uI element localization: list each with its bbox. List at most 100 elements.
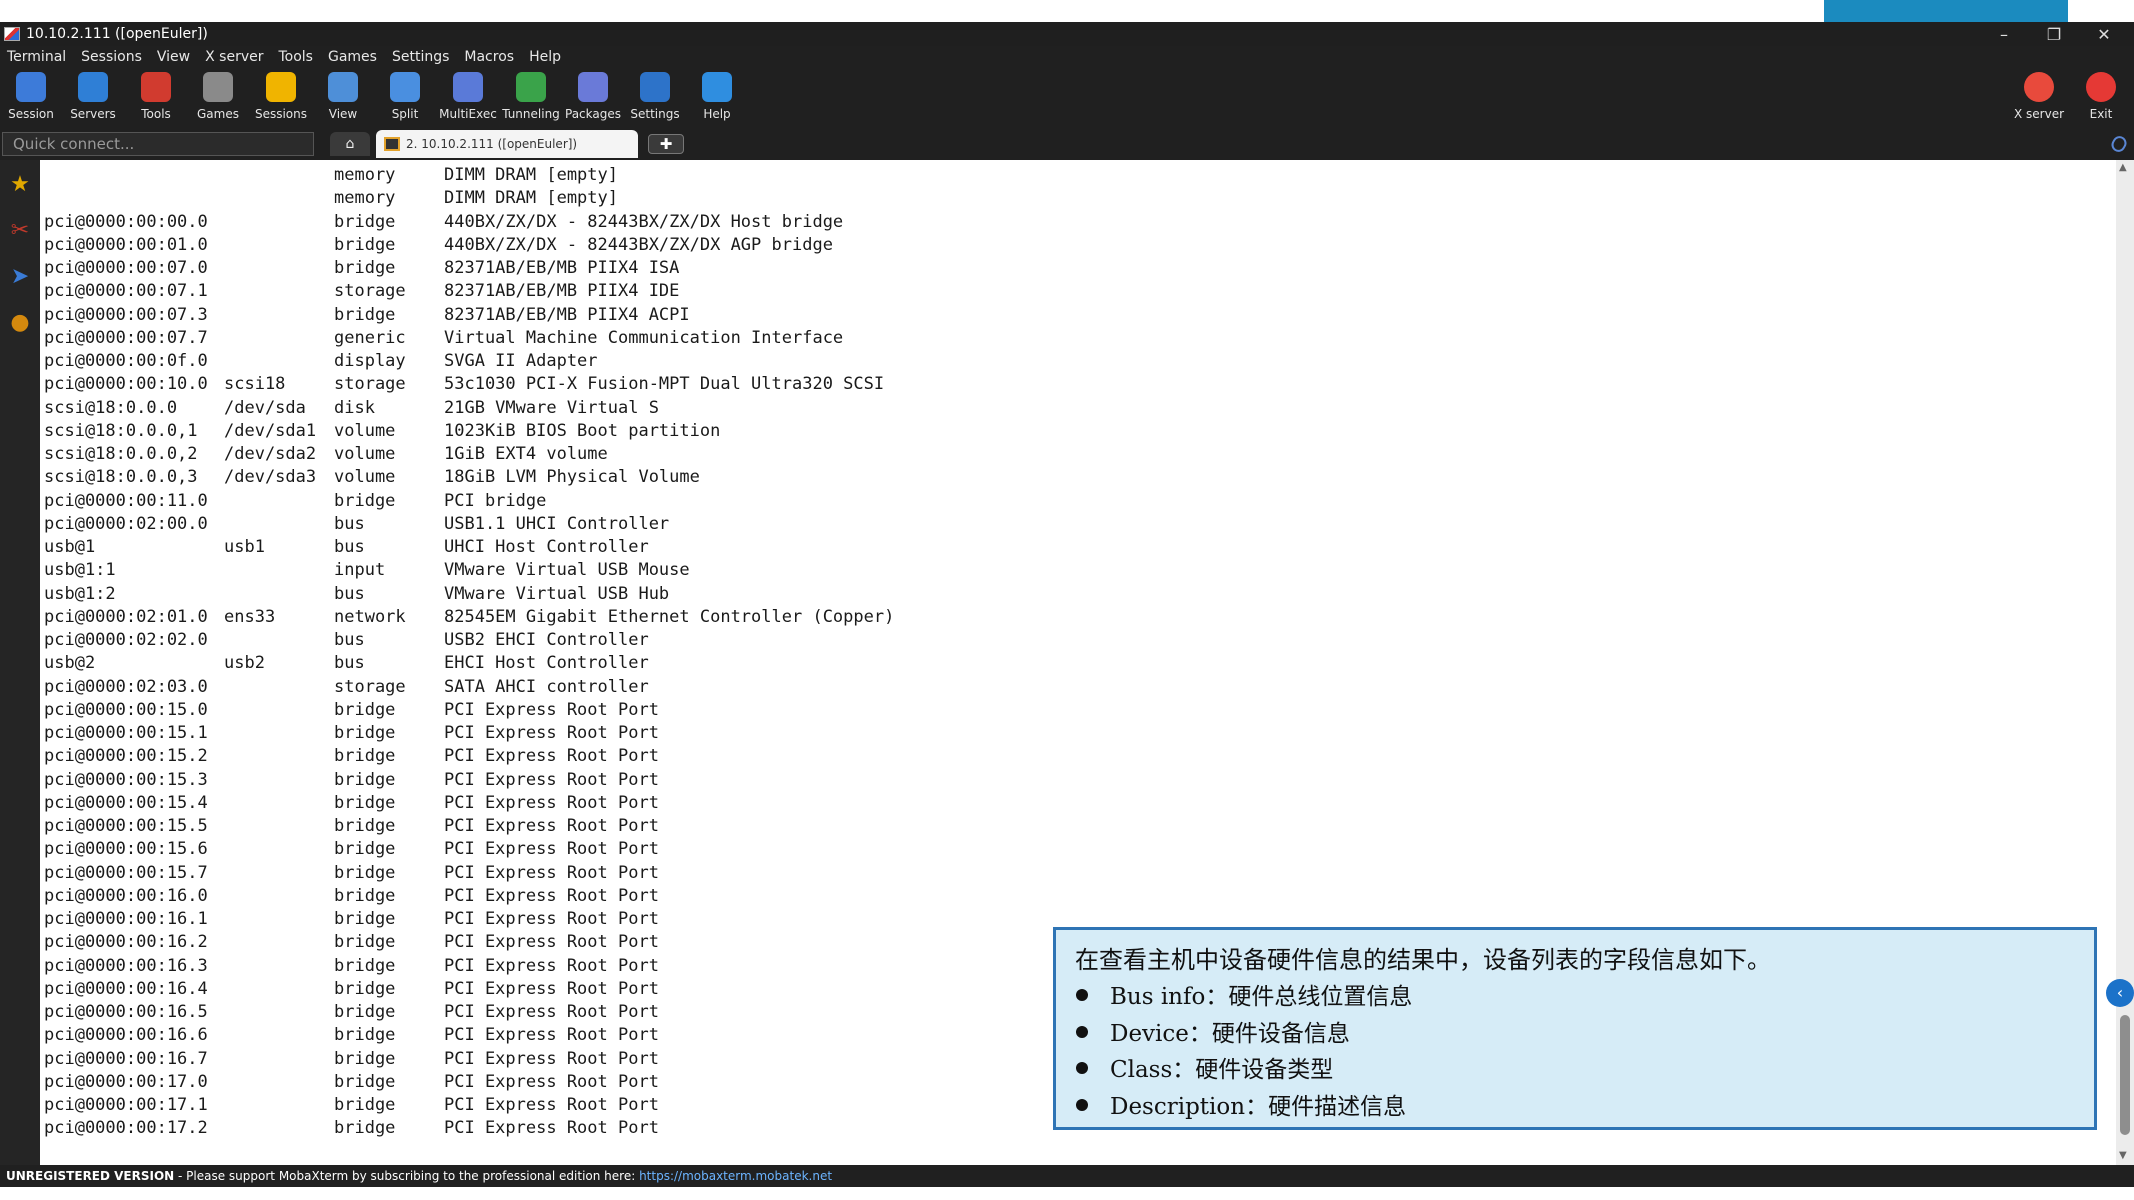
- terminal-line: pci@0000:00:17.1 bridge PCI Express Root P…: [44, 1094, 1044, 1117]
- send-icon[interactable]: ➤: [4, 256, 36, 296]
- terminal-line: scsi@18:0.0.0/dev/sda disk 21GB VMware Vir…: [44, 397, 1044, 420]
- bus-info: scsi@18:0.0.0,1: [44, 420, 198, 441]
- bus-info: pci@0000:00:15.6: [44, 839, 208, 860]
- terminal-line: pci@0000:00:15.7 bridge PCI Express Root P…: [44, 862, 1044, 885]
- bus-info: pci@0000:00:17.1: [44, 1095, 208, 1115]
- bus-info: pci@0000:00:16.6: [44, 1025, 208, 1046]
- device-class: storage: [334, 676, 406, 697]
- terminal-line: pci@0000:02:00.0 bus USB1.1 UHCI Controlle…: [44, 513, 1044, 536]
- bus-info: pci@0000:00:00.0: [44, 211, 208, 232]
- bus-info: scsi@18:0.0.0,3: [44, 467, 198, 488]
- terminal-line: pci@0000:00:16.6 bridge PCI Express Root P…: [44, 1024, 1044, 1047]
- bullet-icon: [1076, 1099, 1088, 1111]
- device-description: 18GiB LVM Physical Volume: [444, 467, 700, 488]
- scroll-down-icon[interactable]: ▼: [2119, 1150, 2127, 1161]
- bus-info: pci@0000:00:16.7: [44, 1048, 208, 1069]
- mobatek-link[interactable]: https://mobaxterm.mobatek.net: [639, 1169, 832, 1183]
- device-class: disk: [334, 397, 375, 418]
- terminal-line: pci@0000:00:00.0 bridge 440BX/ZX/DX - 8244…: [44, 211, 1044, 234]
- quick-connect-input[interactable]: Quick connect...: [2, 132, 314, 156]
- bus-info: pci@0000:00:07.1: [44, 281, 208, 302]
- menu-games[interactable]: Games: [321, 49, 385, 65]
- terminal-line: memory DIMM DRAM [empty]: [44, 187, 1044, 210]
- multiexec-icon: [453, 72, 483, 102]
- bus-info: pci@0000:00:15.3: [44, 769, 208, 790]
- bus-info: usb@1: [44, 537, 96, 557]
- note-item: Description：硬件描述信息: [1076, 1087, 1406, 1121]
- terminal-line: scsi@18:0.0.0,1/dev/sda1 volume 1023KiB BI…: [44, 420, 1044, 443]
- bus-info: pci@0000:00:15.1: [44, 723, 208, 743]
- device-class: bridge: [334, 1118, 396, 1139]
- bullet-icon: [1076, 989, 1088, 1001]
- gamepad-icon: [203, 72, 233, 102]
- device-class: bridge: [334, 1071, 396, 1092]
- collapse-panel-button[interactable]: ‹: [2106, 979, 2134, 1007]
- bus-info: usb@1:1: [44, 560, 116, 581]
- bullet-icon: [1076, 1026, 1088, 1038]
- close-button[interactable]: ✕: [2080, 22, 2128, 46]
- device-description: PCI Express Root Port: [444, 723, 659, 743]
- device-name: /dev/sda1: [224, 420, 317, 441]
- menu-view[interactable]: View: [150, 49, 198, 65]
- macro-icon[interactable]: ●: [4, 302, 36, 342]
- terminal-scrollbar[interactable]: ▲ ▼: [2116, 160, 2134, 1165]
- window-title: 10.10.2.111 ([openEuler]): [26, 26, 208, 42]
- device-description: 53c1030 PCI-X Fusion-MPT Dual Ultra320 S…: [444, 374, 885, 395]
- device-class: bus: [334, 537, 365, 557]
- device-description: PCI Express Root Port: [444, 1002, 659, 1022]
- session-tab[interactable]: 2. 10.10.2.111 ([openEuler]): [376, 130, 638, 158]
- device-description: PCI Express Root Port: [444, 885, 659, 906]
- device-description: PCI Express Root Port: [444, 909, 659, 929]
- terminal-line: scsi@18:0.0.0,2/dev/sda2 volume 1GiB EXT4 …: [44, 443, 1044, 466]
- toolbar-label: X server: [2013, 107, 2065, 121]
- device-description: 440BX/ZX/DX - 82443BX/ZX/DX Host bridge: [444, 211, 844, 232]
- bus-info: pci@0000:00:15.7: [44, 862, 208, 883]
- device-description: DIMM DRAM [empty]: [444, 188, 618, 209]
- device-description: PCI Express Root Port: [444, 699, 659, 720]
- new-tab-button[interactable]: ✚: [648, 134, 684, 154]
- device-class: storage: [334, 374, 406, 395]
- device-class: bridge: [334, 304, 396, 325]
- terminal-line: pci@0000:00:16.3 bridge PCI Express Root P…: [44, 955, 1044, 978]
- attachment-icon[interactable]: [2108, 133, 2130, 155]
- terminal-line: pci@0000:00:16.0 bridge PCI Express Root P…: [44, 885, 1044, 908]
- device-class: bridge: [334, 699, 396, 720]
- home-tab[interactable]: ⌂: [330, 132, 370, 156]
- terminal-line: usb@1:2 bus VMware Virtual USB Hub: [44, 583, 1044, 606]
- device-name: /dev/sda3: [224, 467, 317, 488]
- menu-help[interactable]: Help: [522, 49, 569, 65]
- device-class: bridge: [334, 955, 396, 976]
- status-message: - Please support MobaXterm by subscribin…: [174, 1169, 640, 1183]
- menu-terminal[interactable]: Terminal: [0, 49, 74, 65]
- restore-button[interactable]: ❐: [2030, 22, 2078, 46]
- device-class: bridge: [334, 978, 396, 999]
- bus-info: pci@0000:02:02.0: [44, 630, 208, 650]
- tools-sidebar-icon[interactable]: ✂: [4, 210, 36, 250]
- menu-settings[interactable]: Settings: [385, 49, 457, 65]
- home-icon: ⌂: [345, 136, 355, 152]
- terminal-line: pci@0000:00:16.1 bridge PCI Express Root P…: [44, 908, 1044, 931]
- device-class: bridge: [334, 769, 396, 790]
- bus-info: pci@0000:00:15.0: [44, 699, 208, 720]
- scroll-up-icon[interactable]: ▲: [2119, 162, 2127, 173]
- minimize-button[interactable]: –: [1980, 22, 2028, 46]
- device-class: volume: [334, 444, 396, 464]
- device-class: bridge: [334, 932, 396, 953]
- bus-info: pci@0000:00:16.0: [44, 885, 208, 906]
- terminal-line: pci@0000:00:16.4 bridge PCI Express Root P…: [44, 978, 1044, 1001]
- title-bar: 10.10.2.111 ([openEuler]) – ❐ ✕: [0, 22, 2134, 46]
- note-item-text: Class：硬件设备类型: [1110, 1057, 1334, 1083]
- bus-info: pci@0000:00:07.7: [44, 327, 208, 348]
- menu-sessions[interactable]: Sessions: [74, 49, 150, 65]
- menu-macros[interactable]: Macros: [457, 49, 522, 65]
- favorites-star-icon[interactable]: ★: [4, 164, 36, 204]
- device-class: bridge: [334, 490, 396, 511]
- note-item-text: Device：硬件设备信息: [1110, 1021, 1350, 1047]
- xserver-icon: [2024, 72, 2054, 102]
- scrollbar-thumb[interactable]: [2120, 1015, 2130, 1135]
- bus-info: pci@0000:00:17.0: [44, 1071, 208, 1092]
- menu-tools[interactable]: Tools: [271, 49, 321, 65]
- bus-info: pci@0000:02:03.0: [44, 676, 208, 697]
- menu-x-server[interactable]: X server: [198, 49, 271, 65]
- star-icon: [266, 72, 296, 102]
